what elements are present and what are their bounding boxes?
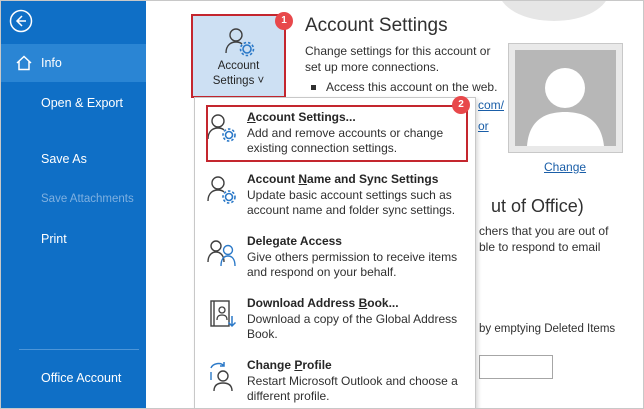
sidebar-item-label: Print xyxy=(41,232,67,246)
outlook-backstage: Info Open & Export Save As Save Attachme… xyxy=(0,0,644,409)
menu-item-account-name-sync[interactable]: Account Name and Sync Settings Update ba… xyxy=(195,170,475,222)
bullet-dot xyxy=(311,85,316,91)
sidebar-item-label: Save Attachments xyxy=(41,193,134,205)
person-silhouette-icon xyxy=(527,68,604,146)
address-book-icon xyxy=(210,300,237,328)
app-link-partial[interactable]: or xyxy=(478,119,489,133)
section-title: Account Settings xyxy=(305,15,448,36)
sidebar-item-label: Open & Export xyxy=(41,96,123,110)
sidebar-item-save-attachments: Save Attachments xyxy=(1,180,146,218)
web-link-partial[interactable]: com/ xyxy=(478,98,504,112)
section-description: Change settings for this account or set … xyxy=(305,44,491,74)
account-settings-button-line2: Settings ˅ xyxy=(212,75,265,87)
sidebar-item-office-account[interactable]: Office Account xyxy=(1,359,146,397)
change-profile-icon xyxy=(210,362,233,392)
step-badge-1: 1 xyxy=(275,12,293,30)
change-photo-link[interactable]: Change xyxy=(544,160,586,174)
back-arrow-icon[interactable] xyxy=(9,9,33,33)
account-settings-icon xyxy=(225,28,255,57)
sidebar-item-info[interactable]: Info xyxy=(1,44,146,82)
menu-item-change-profile[interactable]: Change Profile Restart Microsoft Outlook… xyxy=(195,356,475,408)
out-of-office-line2: ble to respond to email xyxy=(479,240,601,254)
sidebar-item-label: Info xyxy=(41,56,62,70)
sidebar-item-label: Save As xyxy=(41,152,87,166)
sidebar-item-label: Office Account xyxy=(41,371,122,385)
sidebar-item-save-as[interactable]: Save As xyxy=(1,140,146,178)
account-sync-icon xyxy=(207,176,236,204)
menu-item-title: Change Profile xyxy=(247,358,332,372)
menu-item-title: Download Address Book... xyxy=(247,296,399,310)
sidebar-divider xyxy=(19,349,139,350)
menu-item-description: Give others permission to receive items … xyxy=(247,250,458,279)
bullet-web-access: Access this account on the web. xyxy=(311,80,497,94)
bullet-text: Access this account on the web. xyxy=(326,80,498,94)
highlight-box-account-settings xyxy=(206,105,468,162)
sidebar-item-print[interactable]: Print xyxy=(1,220,146,258)
out-of-office-line1: chers that you are out of xyxy=(479,224,609,238)
step-badge-2: 2 xyxy=(452,96,470,114)
profile-picture xyxy=(508,43,623,153)
account-settings-button-line1: Account xyxy=(217,60,260,72)
menu-item-description: Restart Microsoft Outlook and choose a d… xyxy=(247,374,458,403)
menu-item-description: Update basic account settings such as ac… xyxy=(247,188,456,217)
account-settings-button[interactable]: Account Settings ˅ xyxy=(191,14,286,98)
mailbox-size-field[interactable] xyxy=(479,355,553,379)
sidebar-item-open-export[interactable]: Open & Export xyxy=(1,84,146,122)
out-of-office-text: chers that you are out of ble to respond… xyxy=(479,223,608,255)
menu-item-title: Delegate Access xyxy=(247,234,342,248)
menu-item-download-address-book[interactable]: Download Address Book... Download a copy… xyxy=(195,294,475,346)
menu-item-delegate-access[interactable]: Delegate Access Give others permission t… xyxy=(195,232,475,284)
backstage-sidebar: Info Open & Export Save As Save Attachme… xyxy=(1,1,146,408)
mailbox-cleanup-text: by emptying Deleted Items xyxy=(479,323,616,335)
menu-item-description: Download a copy of the Global Address Bo… xyxy=(247,312,458,341)
out-of-office-title: ut of Office) xyxy=(491,196,584,216)
home-icon xyxy=(16,55,32,71)
delegate-icon xyxy=(207,240,236,267)
menu-item-title: Account Name and Sync Settings xyxy=(247,172,439,186)
decorative-circle xyxy=(499,1,609,21)
